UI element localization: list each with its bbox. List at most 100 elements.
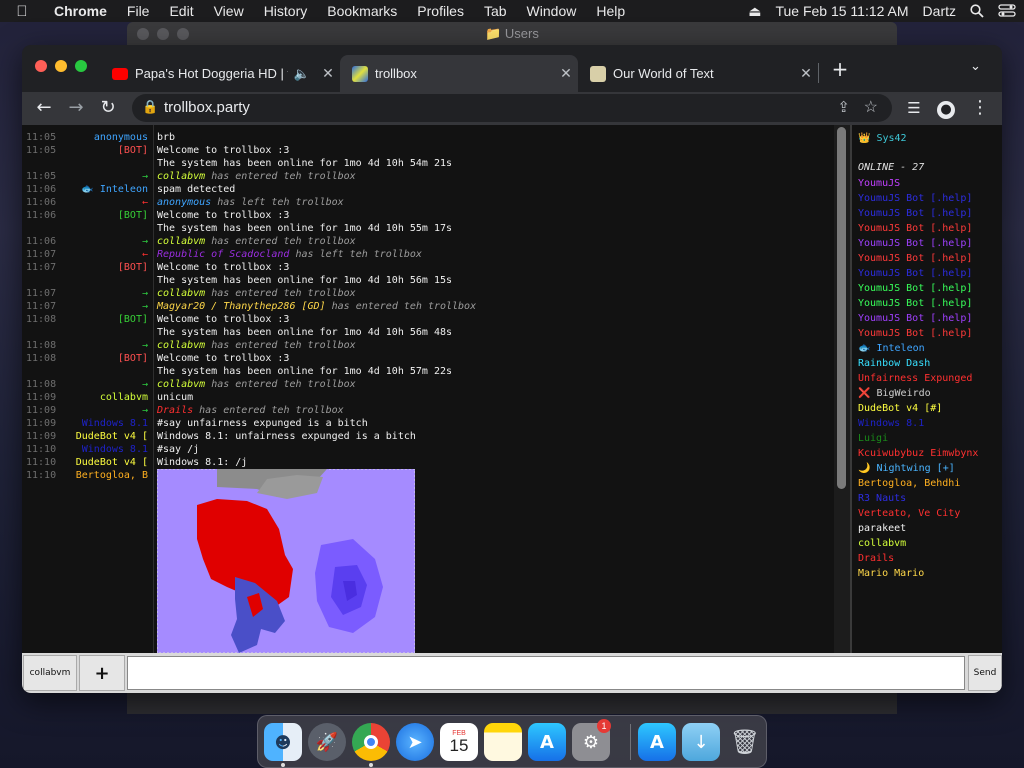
menu-view[interactable]: View xyxy=(204,3,254,19)
forward-arrow-icon[interactable]: → xyxy=(64,96,88,120)
minimize-window-button[interactable] xyxy=(55,60,67,72)
online-user[interactable]: YoumuJS Bot [.help] xyxy=(858,221,978,236)
profile-avatar-icon[interactable]: ● xyxy=(934,96,958,120)
chrome-icon[interactable] xyxy=(352,723,390,761)
message-nick[interactable]: → xyxy=(142,235,148,248)
add-attachment-button[interactable]: + xyxy=(79,655,125,691)
online-user[interactable]: YoumuJS Bot [.help] xyxy=(858,296,978,311)
message-nick[interactable]: → xyxy=(142,300,148,313)
message-nick[interactable]: → xyxy=(142,170,148,183)
audio-playing-icon[interactable]: 🔈 xyxy=(294,66,310,82)
more-options-icon[interactable]: ⋮ xyxy=(968,96,992,120)
message-user-link[interactable]: collabvm xyxy=(157,236,205,247)
online-user[interactable]: 🐟 Inteleon xyxy=(858,341,978,356)
chat-message-input[interactable] xyxy=(127,656,965,690)
message-nick[interactable]: [BOT] xyxy=(118,313,148,326)
share-icon[interactable]: ⇪ xyxy=(837,98,850,116)
online-user[interactable]: ❌ BigWeirdo xyxy=(858,386,978,401)
message-nick[interactable]: DudeBot v4 [ xyxy=(76,430,148,443)
menu-file[interactable]: File xyxy=(117,3,160,19)
message-user-link[interactable]: collabvm xyxy=(157,379,205,390)
menubar-clock[interactable]: Tue Feb 15 11:12 AM xyxy=(775,3,908,19)
chat-drawing-image[interactable] xyxy=(157,469,415,653)
online-user[interactable]: YoumuJS Bot [.help] xyxy=(858,206,978,221)
tab-papas-hot-doggeria[interactable]: Papa's Hot Doggeria HD | f 🔈 ✕ xyxy=(100,55,340,92)
message-nick[interactable]: ← xyxy=(142,248,148,261)
menu-edit[interactable]: Edit xyxy=(159,3,203,19)
message-nick[interactable]: 🐟 Inteleon xyxy=(81,183,148,196)
zoom-window-button[interactable] xyxy=(75,60,87,72)
message-user-link[interactable]: anonymous xyxy=(157,197,211,208)
message-nick[interactable]: → xyxy=(142,404,148,417)
message-user-link[interactable]: Magyar20 / Thanythep286 [GD] xyxy=(157,301,326,312)
launchpad-icon[interactable]: 🚀 xyxy=(308,723,346,761)
online-user[interactable]: 🌙 Nightwing [+] xyxy=(858,461,978,476)
current-user-name[interactable]: 👑 Sys42 xyxy=(858,131,907,146)
menu-profiles[interactable]: Profiles xyxy=(407,3,474,19)
send-button[interactable]: Send xyxy=(968,655,1002,691)
online-user[interactable]: YoumuJS xyxy=(858,176,978,191)
finder-icon[interactable]: ☻ xyxy=(264,723,302,761)
url-text[interactable]: trollbox.party xyxy=(164,99,250,116)
menubar-user[interactable]: Dartz xyxy=(923,3,956,19)
online-user[interactable]: YoumuJS Bot [.help] xyxy=(858,191,978,206)
message-nick[interactable]: Windows 8.1 xyxy=(82,443,148,456)
menu-history[interactable]: History xyxy=(254,3,318,19)
online-user[interactable]: Bertogloa, Behdhi xyxy=(858,476,978,491)
online-user[interactable]: Rainbow Dash xyxy=(858,356,978,371)
online-user[interactable]: YoumuJS Bot [.help] xyxy=(858,326,978,341)
message-user-link[interactable]: Drails xyxy=(157,405,193,416)
app-store-icon[interactable]: A xyxy=(528,723,566,761)
reload-icon[interactable]: ↻ xyxy=(96,96,120,120)
online-user[interactable]: YoumuJS Bot [.help] xyxy=(858,236,978,251)
back-arrow-icon[interactable]: ← xyxy=(32,96,56,120)
message-user-link[interactable]: collabvm xyxy=(157,171,205,182)
message-nick[interactable]: Windows 8.1 xyxy=(82,417,148,430)
message-nick[interactable]: [BOT] xyxy=(118,209,148,222)
notes-icon[interactable] xyxy=(484,723,522,761)
chat-log[interactable]: 11:05 anonymous brb 11:05 [BOT] Welcome to tr… xyxy=(22,125,834,653)
online-user[interactable]: Verteato, Ve City xyxy=(858,506,978,521)
tab-search-chevron-icon[interactable]: ⌄ xyxy=(970,59,981,74)
nickname-button[interactable]: collabvm xyxy=(23,655,77,691)
message-nick[interactable]: collabvm xyxy=(100,391,148,404)
new-tab-button[interactable]: + xyxy=(828,57,852,81)
close-tab-icon[interactable]: ✕ xyxy=(554,65,578,82)
message-nick[interactable]: DudeBot v4 [ xyxy=(76,456,148,469)
online-user[interactable]: YoumuJS Bot [.help] xyxy=(858,311,978,326)
message-nick[interactable]: anonymous xyxy=(94,131,148,144)
message-nick[interactable]: ← xyxy=(142,196,148,209)
online-user[interactable]: R3 Nauts xyxy=(858,491,978,506)
app-store-icon[interactable]: A xyxy=(638,723,676,761)
online-user[interactable]: collabvm xyxy=(858,536,978,551)
message-nick[interactable]: → xyxy=(142,287,148,300)
lock-icon[interactable]: 🔒 xyxy=(142,99,158,115)
online-user[interactable]: Windows 8.1 xyxy=(858,416,978,431)
online-user[interactable]: YoumuJS Bot [.help] xyxy=(858,281,978,296)
menu-help[interactable]: Help xyxy=(586,3,635,19)
close-tab-icon[interactable]: ✕ xyxy=(794,65,818,82)
apple-icon[interactable]:  xyxy=(0,3,44,20)
message-nick[interactable]: [BOT] xyxy=(118,144,148,157)
message-user-link[interactable]: collabvm xyxy=(157,288,205,299)
trash-icon[interactable]: 🗑 xyxy=(726,723,764,761)
menu-bookmarks[interactable]: Bookmarks xyxy=(317,3,407,19)
close-window-button[interactable] xyxy=(35,60,47,72)
tab-our-world-of-text[interactable]: Our World of Text ✕ xyxy=(578,55,818,92)
menu-app-chrome[interactable]: Chrome xyxy=(44,3,117,19)
online-user[interactable]: DudeBot v4 [#] xyxy=(858,401,978,416)
message-nick[interactable]: → xyxy=(142,339,148,352)
online-user[interactable]: Unfairness Expunged xyxy=(858,371,978,386)
safari-icon[interactable]: ➤ xyxy=(396,723,434,761)
menu-window[interactable]: Window xyxy=(517,3,587,19)
message-nick[interactable]: Bertogloa, B xyxy=(76,469,148,482)
eject-icon[interactable]: ⏏ xyxy=(748,3,761,20)
media-control-icon[interactable]: ☰ xyxy=(902,96,926,120)
address-bar[interactable]: 🔒 trollbox.party ⇪ ☆ xyxy=(132,94,892,122)
message-user-link[interactable]: collabvm xyxy=(157,340,205,351)
control-center-icon[interactable] xyxy=(998,4,1016,18)
message-nick[interactable]: [BOT] xyxy=(118,261,148,274)
online-user[interactable]: Kcuiwubybuz Eimwbynx xyxy=(858,446,978,461)
close-tab-icon[interactable]: ✕ xyxy=(316,65,340,82)
online-user[interactable]: Luigi xyxy=(858,431,978,446)
